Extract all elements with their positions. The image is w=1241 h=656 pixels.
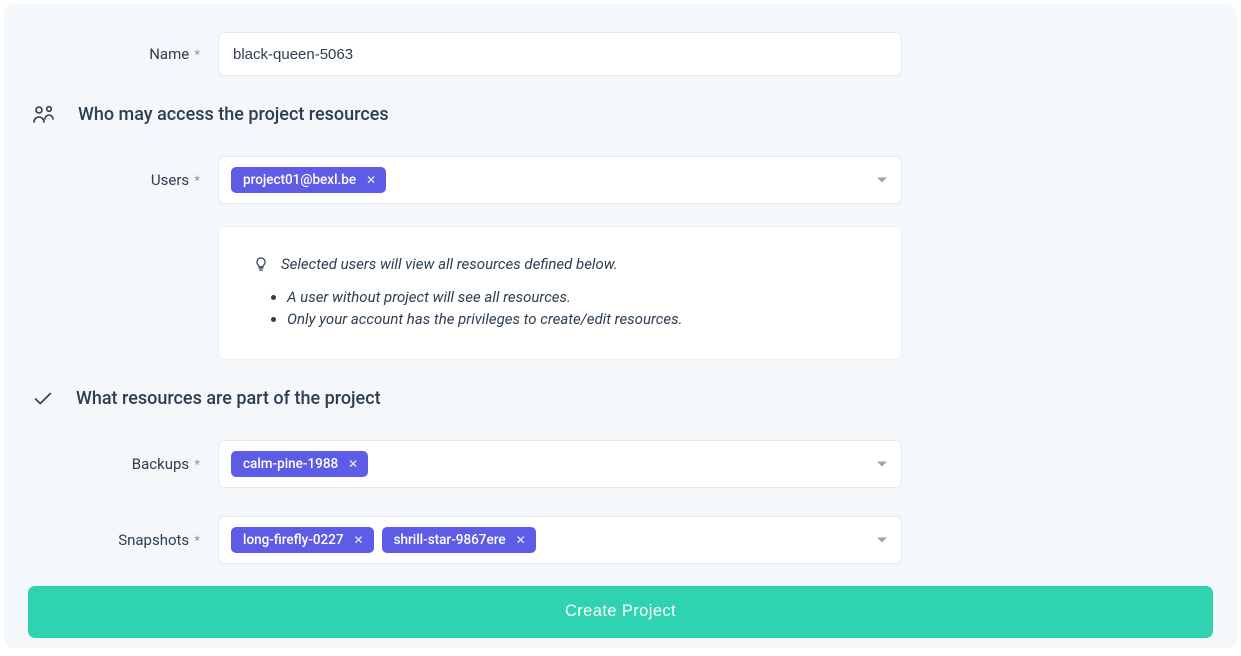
info-heading-row: Selected users will view all resources d… (253, 255, 867, 273)
snapshots-select[interactable]: long-firefly-0227 ✕ shrill-star-9867ere … (218, 516, 902, 564)
required-asterisk: * (191, 534, 200, 549)
user-chip: project01@bexl.be ✕ (231, 167, 386, 193)
chip-label: project01@bexl.be (243, 172, 356, 188)
users-info-box: Selected users will view all resources d… (218, 226, 902, 360)
backups-row: Backups * calm-pine-1988 ✕ (28, 440, 1213, 488)
name-label-text: Name (149, 45, 189, 63)
users-label: Users * (28, 171, 218, 189)
name-input[interactable] (218, 32, 902, 76)
people-icon (32, 102, 56, 126)
users-row: Users * project01@bexl.be ✕ (28, 156, 1213, 204)
snapshots-label-text: Snapshots (118, 531, 189, 549)
section-resources-header: What resources are part of the project (32, 388, 1213, 410)
name-label: Name * (28, 45, 218, 63)
users-select[interactable]: project01@bexl.be ✕ (218, 156, 902, 204)
info-heading-text: Selected users will view all resources d… (281, 255, 618, 273)
required-asterisk: * (191, 174, 200, 189)
info-bullet-list: A user without project will see all reso… (253, 287, 867, 331)
backup-chip: calm-pine-1988 ✕ (231, 451, 368, 477)
section-resources-title: What resources are part of the project (76, 388, 381, 409)
lightbulb-icon (253, 256, 269, 272)
chip-label: shrill-star-9867ere (394, 532, 506, 548)
chip-label: long-firefly-0227 (243, 532, 344, 548)
required-asterisk: * (191, 458, 200, 473)
snapshots-row: Snapshots * long-firefly-0227 ✕ shrill-s… (28, 516, 1213, 564)
info-bullet: Only your account has the privileges to … (287, 309, 867, 331)
check-icon (32, 388, 54, 410)
chip-remove-icon[interactable]: ✕ (366, 174, 376, 186)
chip-label: calm-pine-1988 (243, 456, 338, 472)
snapshots-label: Snapshots * (28, 531, 218, 549)
chip-remove-icon[interactable]: ✕ (348, 458, 358, 470)
users-label-text: Users (151, 171, 189, 189)
chevron-down-icon[interactable] (877, 178, 887, 183)
backups-label: Backups * (28, 455, 218, 473)
backups-select[interactable]: calm-pine-1988 ✕ (218, 440, 902, 488)
chevron-down-icon[interactable] (877, 461, 887, 466)
info-bullet: A user without project will see all reso… (287, 287, 867, 309)
snapshot-chip: shrill-star-9867ere ✕ (382, 527, 536, 553)
snapshot-chip: long-firefly-0227 ✕ (231, 527, 374, 553)
section-access-header: Who may access the project resources (32, 102, 1213, 126)
backups-label-text: Backups (132, 455, 189, 473)
required-asterisk: * (191, 48, 200, 63)
chevron-down-icon[interactable] (877, 537, 887, 542)
section-access-title: Who may access the project resources (78, 104, 389, 125)
chip-remove-icon[interactable]: ✕ (516, 534, 526, 546)
name-row: Name * (28, 32, 1213, 76)
chip-remove-icon[interactable]: ✕ (354, 534, 364, 546)
project-form-card: Name * Who may access the project resour… (4, 4, 1237, 648)
create-project-button[interactable]: Create Project (28, 586, 1213, 638)
